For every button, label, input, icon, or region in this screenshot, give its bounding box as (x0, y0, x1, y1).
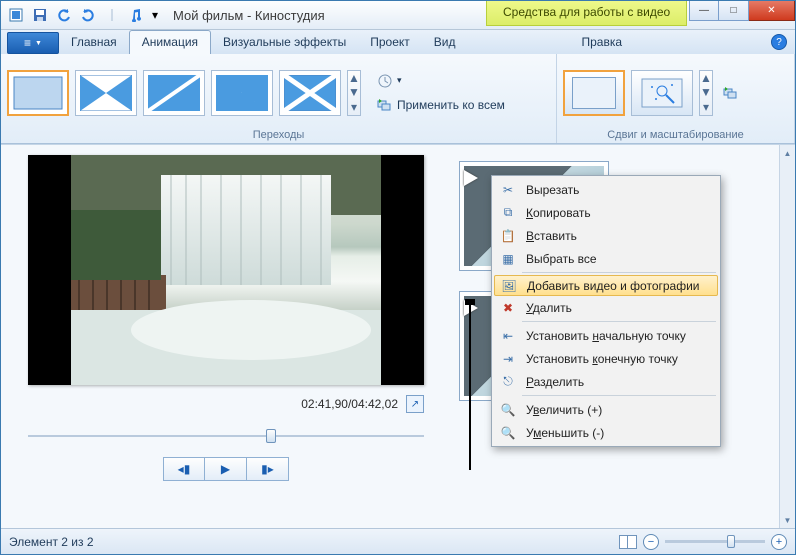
ctx-copy[interactable]: ⧉Копировать (494, 201, 718, 224)
zoom-thumb[interactable] (727, 535, 735, 548)
tab-animation[interactable]: Анимация (129, 30, 211, 54)
ctx-cut[interactable]: ✂Вырезать (494, 178, 718, 201)
ctx-delete[interactable]: ✖Удалить (494, 296, 718, 319)
window-controls: — □ ✕ (689, 1, 795, 21)
ctx-zoom-out[interactable]: 🔍Уменьшить (-) (494, 421, 718, 444)
zoom-slider[interactable] (665, 540, 765, 543)
seek-slider[interactable] (28, 429, 424, 443)
select-all-icon: ▦ (498, 252, 518, 266)
panzoom-group: ▲▼▾ Сдвиг и масштабирование (557, 54, 795, 143)
context-menu: ✂Вырезать ⧉Копировать 📋Вставить ▦Выбрать… (491, 175, 721, 447)
ctx-paste[interactable]: 📋Вставить (494, 224, 718, 247)
tab-edit[interactable]: Правка (569, 31, 634, 54)
apply-all-icon (377, 97, 393, 113)
minimize-button[interactable]: — (689, 1, 719, 21)
scissors-icon: ✂ (498, 183, 518, 197)
transition-diamond[interactable] (211, 70, 273, 116)
panzoom-gallery-expand[interactable]: ▲▼▾ (699, 70, 713, 116)
time-row: 02:41,90/04:42,02 ↗ (28, 395, 424, 413)
time-display: 02:41,90/04:42,02 (301, 397, 398, 411)
set-start-icon: ⇤ (498, 329, 518, 343)
panzoom-auto[interactable] (631, 70, 693, 116)
ctx-select-all[interactable]: ▦Выбрать все (494, 247, 718, 270)
add-media-icon: 🖼 (499, 279, 519, 293)
transition-none[interactable] (7, 70, 69, 116)
storyboard-pane[interactable]: ✂Вырезать ⧉Копировать 📋Вставить ▦Выбрать… (451, 145, 795, 528)
work-area: 02:41,90/04:42,02 ↗ ◂▮ ▶ ▮▸ ✂Вырезать ⧉К… (1, 144, 795, 528)
play-button[interactable]: ▶ (205, 457, 247, 481)
transition-duration-button[interactable]: ▾ (373, 71, 509, 91)
zoom-out-icon: 🔍 (498, 426, 518, 440)
ctx-set-start[interactable]: ⇤Установить начальную точку (494, 324, 718, 347)
apply-all-icon (723, 85, 739, 101)
tab-view[interactable]: Вид (422, 31, 468, 54)
ctx-zoom-in[interactable]: 🔍Увеличить (+) (494, 398, 718, 421)
app-icon[interactable] (5, 4, 27, 26)
app-window: ▾ Мой фильм - Киностудия Средства для ра… (0, 0, 796, 555)
clock-icon (377, 73, 393, 89)
preview-pane: 02:41,90/04:42,02 ↗ ◂▮ ▶ ▮▸ (1, 145, 451, 528)
maximize-button[interactable]: □ (719, 1, 749, 21)
panzoom-apply-all-button[interactable] (719, 83, 743, 103)
quick-access-toolbar: ▾ (1, 4, 161, 26)
status-item-count: Элемент 2 из 2 (9, 535, 94, 549)
tab-effects[interactable]: Визуальные эффекты (211, 31, 358, 54)
zoom-out-button[interactable]: − (643, 534, 659, 550)
paste-icon: 📋 (498, 229, 518, 243)
tab-main[interactable]: Главная (59, 31, 129, 54)
video-tools-context-tab[interactable]: Средства для работы с видео (486, 1, 687, 26)
delete-icon: ✖ (498, 301, 518, 315)
help-icon[interactable]: ? (771, 34, 787, 50)
window-title: Мой фильм - Киностудия (173, 8, 325, 23)
copy-icon: ⧉ (498, 205, 518, 220)
ctx-add-media[interactable]: 🖼Добавить видео и фотографии (494, 275, 718, 296)
menu-icon: ≡ (24, 36, 31, 50)
apply-to-all-button[interactable]: Применить ко всем (373, 95, 509, 115)
qat-divider-icon (101, 4, 123, 26)
statusbar: Элемент 2 из 2 − + (1, 528, 795, 554)
ctx-split[interactable]: ⎋Разделить (494, 370, 718, 393)
preview-frame (28, 155, 424, 385)
transitions-group-label: Переходы (7, 127, 550, 141)
close-button[interactable]: ✕ (749, 1, 795, 21)
next-frame-button[interactable]: ▮▸ (247, 457, 289, 481)
prev-frame-button[interactable]: ◂▮ (163, 457, 205, 481)
zoom-in-icon: 🔍 (498, 403, 518, 417)
zoom-in-button[interactable]: + (771, 534, 787, 550)
transitions-gallery-expand[interactable]: ▲▼▾ (347, 70, 361, 116)
ctx-set-end[interactable]: ⇥Установить конечную точку (494, 347, 718, 370)
transition-diagonal[interactable] (143, 70, 205, 116)
music-icon[interactable] (125, 4, 147, 26)
apply-all-label: Применить ко всем (397, 98, 505, 112)
ribbon: ▲▼▾ ▾ Применить ко всем Переходы ▲▼▾ Сдв… (1, 54, 795, 144)
playhead[interactable] (469, 305, 471, 470)
transition-cross[interactable] (279, 70, 341, 116)
undo-icon[interactable] (53, 4, 75, 26)
transport-controls: ◂▮ ▶ ▮▸ (163, 457, 289, 481)
panzoom-none[interactable] (563, 70, 625, 116)
transition-bowtie[interactable] (75, 70, 137, 116)
file-menu-button[interactable]: ≡▼ (7, 32, 59, 54)
preview-image (71, 155, 381, 385)
transitions-group: ▲▼▾ ▾ Применить ко всем Переходы (1, 54, 557, 143)
view-thumbnails-icon[interactable] (619, 535, 637, 549)
titlebar: ▾ Мой фильм - Киностудия Средства для ра… (1, 1, 795, 30)
ribbon-tabs: ≡▼ Главная Анимация Визуальные эффекты П… (1, 30, 795, 54)
qat-dropdown-icon[interactable]: ▾ (149, 4, 161, 26)
play-overlay-icon (464, 170, 478, 186)
set-end-icon: ⇥ (498, 352, 518, 366)
seek-thumb[interactable] (266, 429, 276, 443)
storyboard-scrollbar[interactable]: ▲▼ (779, 145, 795, 528)
panzoom-group-label: Сдвиг и масштабирование (563, 127, 788, 141)
save-icon[interactable] (29, 4, 51, 26)
tab-project[interactable]: Проект (358, 31, 422, 54)
redo-icon[interactable] (77, 4, 99, 26)
fullscreen-icon[interactable]: ↗ (406, 395, 424, 413)
split-icon: ⎋ (498, 374, 518, 389)
